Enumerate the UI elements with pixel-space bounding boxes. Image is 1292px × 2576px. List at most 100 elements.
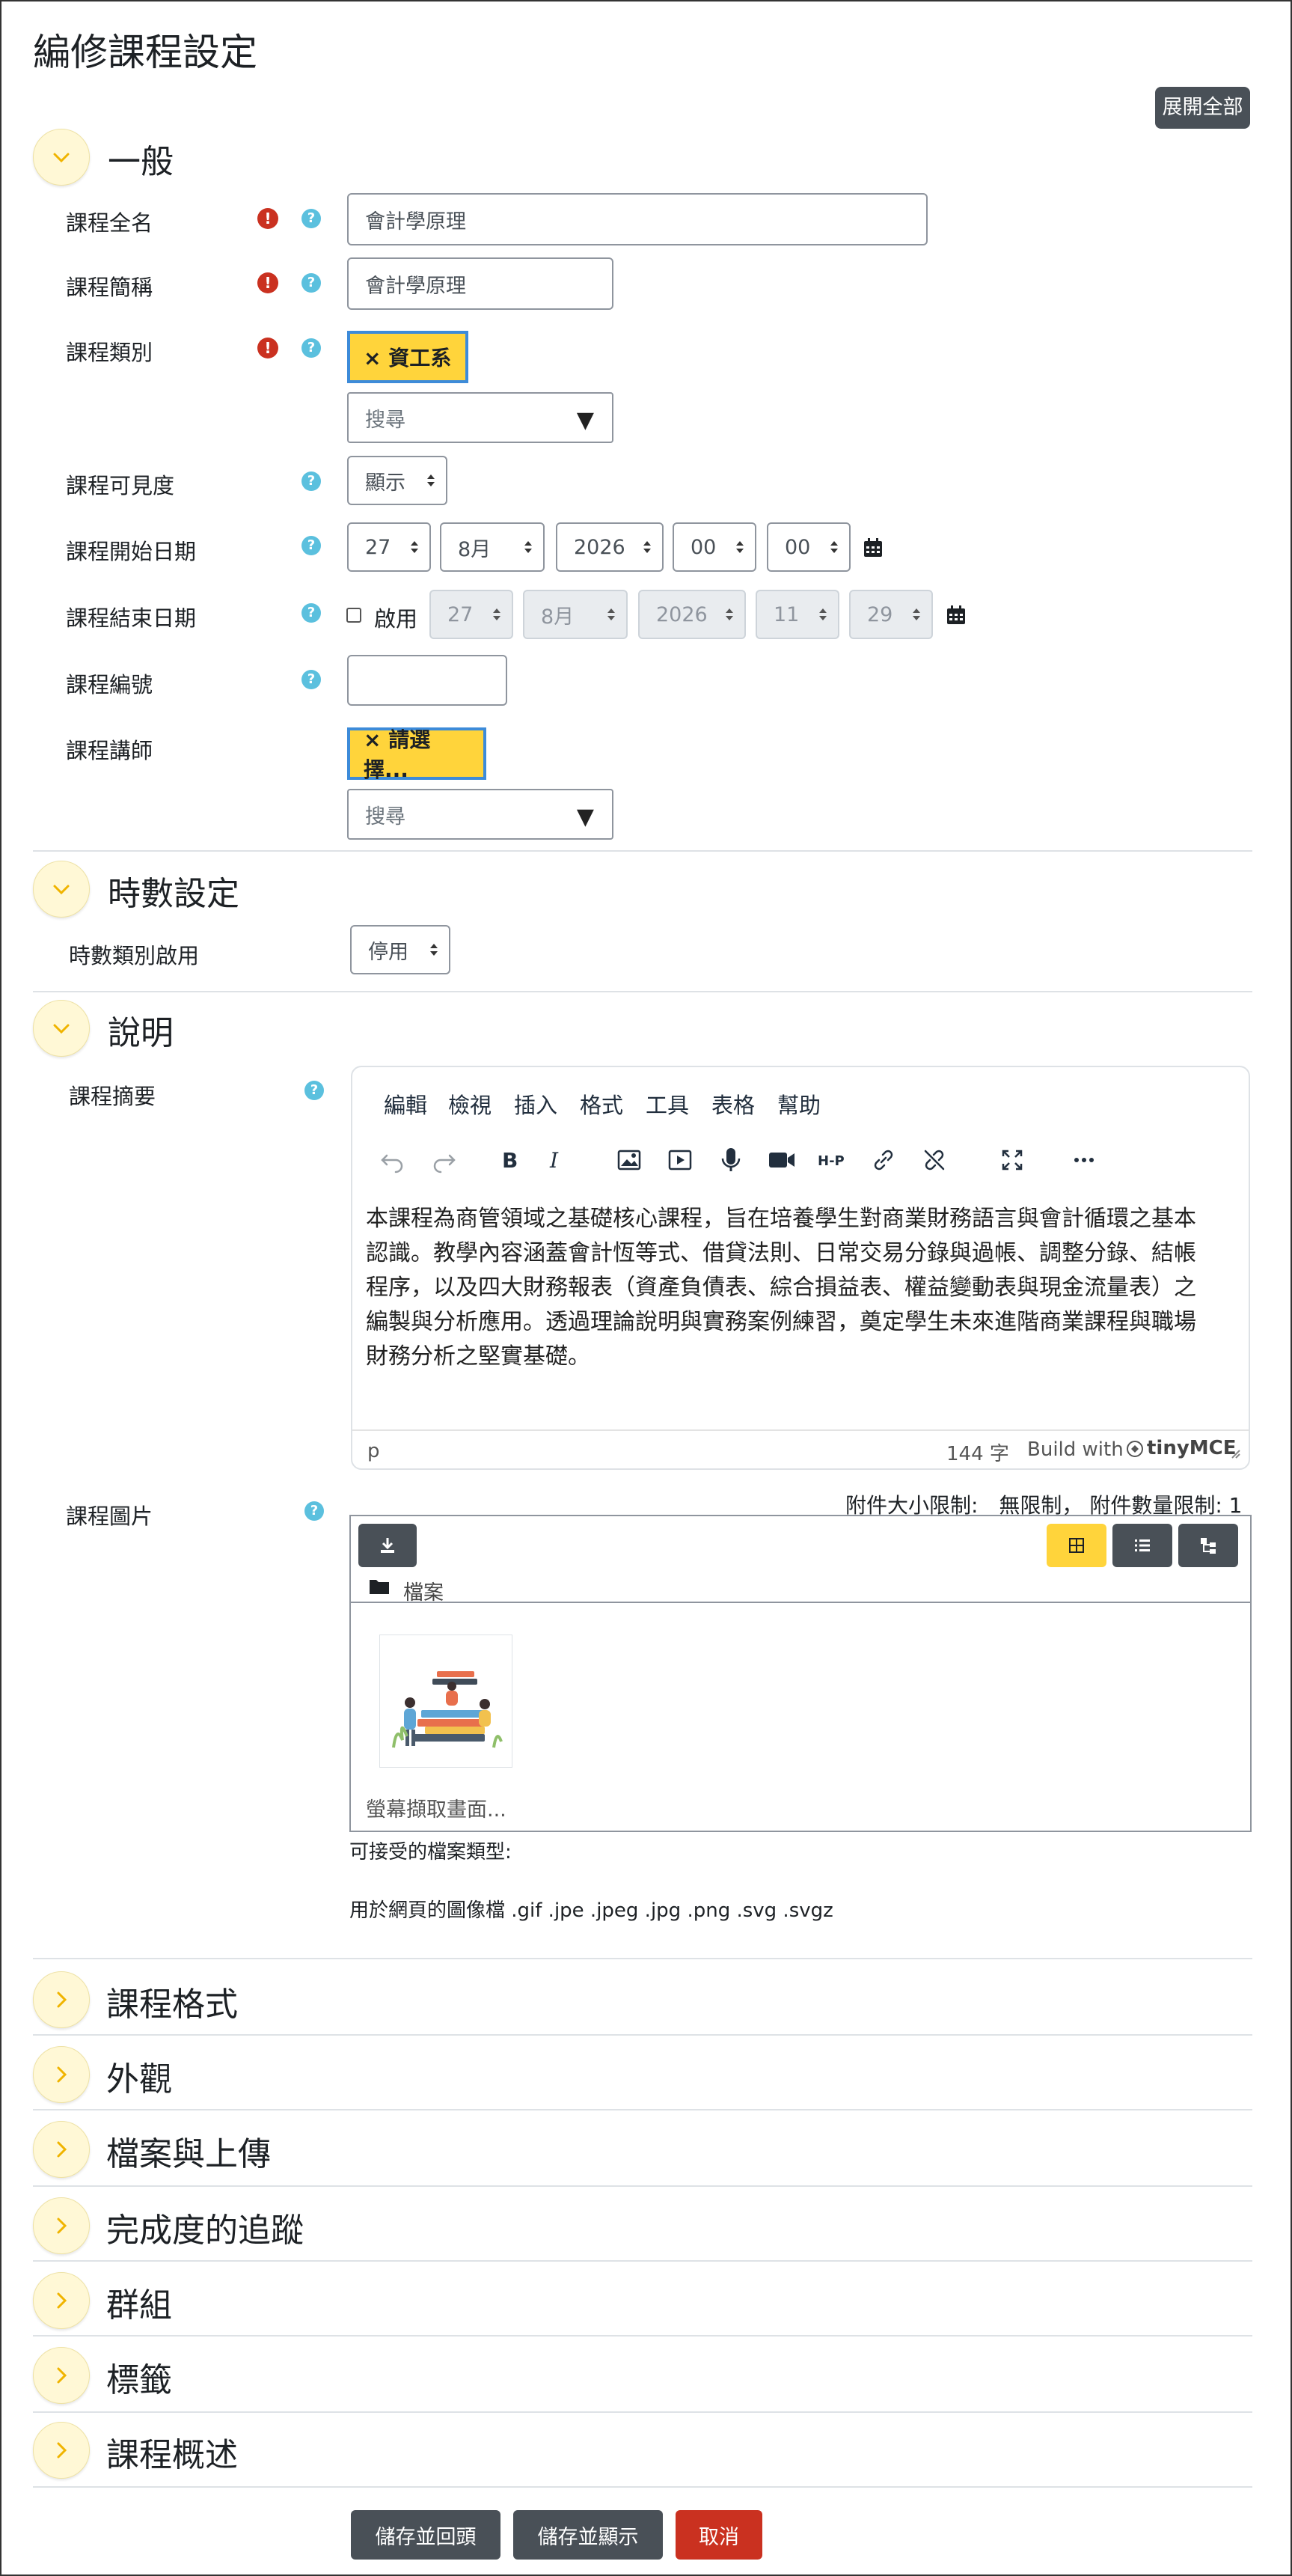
enddate-enable-checkbox[interactable]	[346, 608, 361, 623]
image-label: 課程圖片	[66, 1504, 153, 1529]
idnumber-input[interactable]	[347, 655, 507, 706]
undo-icon[interactable]	[378, 1145, 408, 1175]
help-icon[interactable]: ?	[301, 670, 321, 689]
chevron-right-icon[interactable]	[33, 2422, 90, 2479]
required-icon: !	[257, 338, 278, 358]
startdate-minute-select[interactable]: 00	[767, 522, 851, 572]
teacher-tag[interactable]: × 請選擇...	[347, 727, 486, 782]
more-icon[interactable]	[1069, 1145, 1099, 1175]
unlink-icon[interactable]	[919, 1145, 949, 1175]
shortname-input[interactable]: 會計學原理	[347, 257, 613, 310]
hours-enable-label: 時數類別啟用	[69, 943, 200, 968]
help-icon[interactable]: ?	[301, 338, 321, 358]
chevron-right-icon[interactable]	[33, 2121, 90, 2178]
section-files-header[interactable]: 檔案與上傳	[33, 2121, 1252, 2181]
category-search[interactable]: 搜尋 ▼	[347, 392, 613, 443]
calendar-icon[interactable]	[946, 605, 967, 626]
editor-menu-format[interactable]: 格式	[580, 1088, 623, 1120]
section-tags-header[interactable]: 標籤	[33, 2347, 1252, 2407]
italic-icon[interactable]: I	[541, 1145, 571, 1175]
section-completion-header[interactable]: 完成度的追蹤	[33, 2197, 1252, 2257]
editor-menu-view[interactable]: 檢視	[448, 1088, 492, 1120]
save-and-return-button[interactable]: 儲存並回頭	[351, 2510, 500, 2560]
fullname-input[interactable]: 會計學原理	[347, 193, 928, 245]
filepicker-area[interactable]: 檔案 螢幕擷取畫面...	[349, 1515, 1252, 1832]
calendar-icon[interactable]	[863, 537, 884, 558]
bold-icon[interactable]: B	[495, 1145, 524, 1175]
updown-arrow-icon	[830, 541, 838, 553]
section-general-header[interactable]: 一般	[33, 129, 1252, 189]
section-description-header[interactable]: 說明	[33, 1000, 1252, 1060]
video-camera-icon[interactable]	[767, 1145, 797, 1175]
section-tags-title: 標籤	[106, 2361, 172, 2399]
page-title: 編修課程設定	[33, 31, 257, 74]
startdate-month-select[interactable]: 8月	[440, 522, 545, 572]
editor-menu-tools[interactable]: 工具	[646, 1088, 689, 1120]
section-divider	[33, 2335, 1252, 2337]
image-icon[interactable]	[614, 1145, 644, 1175]
svg-text:B: B	[502, 1148, 518, 1173]
section-divider	[33, 2109, 1252, 2110]
help-icon[interactable]: ?	[301, 273, 321, 293]
section-description-title: 說明	[108, 1014, 174, 1052]
editor-content[interactable]: 本課程為商管領域之基礎核心課程，旨在培養學生對商業財務語言與會計循環之基本 認識…	[366, 1202, 1237, 1374]
view-tree-button[interactable]	[1178, 1524, 1238, 1567]
cancel-button[interactable]: 取消	[676, 2510, 762, 2560]
file-thumbnail[interactable]	[379, 1635, 512, 1768]
section-format-title: 課程格式	[106, 1986, 238, 2024]
section-groups-header[interactable]: 群組	[33, 2272, 1252, 2332]
chevron-right-icon[interactable]	[33, 2272, 90, 2329]
h5p-icon[interactable]: H-P	[818, 1145, 848, 1175]
startdate-year-select[interactable]: 2026	[556, 522, 664, 572]
startdate-hour-select[interactable]: 00	[673, 522, 756, 572]
section-appearance-header[interactable]: 外觀	[33, 2046, 1252, 2106]
hours-enable-select[interactable]: 停用	[350, 925, 450, 974]
section-divider	[33, 991, 1252, 992]
svg-text:H-P: H-P	[818, 1153, 845, 1169]
file-name[interactable]: 螢幕擷取畫面...	[366, 1793, 506, 1822]
visibility-select[interactable]: 顯示	[347, 456, 447, 505]
summary-editor[interactable]: 編輯 檢視 插入 格式 工具 表格 幫助 B I H-P 本課程為商管領域之基礎…	[351, 1066, 1250, 1470]
visibility-value: 顯示	[365, 471, 405, 495]
save-and-display-button[interactable]: 儲存並顯示	[513, 2510, 663, 2560]
editor-menu-edit[interactable]: 編輯	[384, 1088, 427, 1120]
media-icon[interactable]	[665, 1145, 695, 1175]
help-icon[interactable]: ?	[304, 1081, 324, 1100]
chevron-right-icon[interactable]	[33, 2347, 90, 2404]
view-icons-button[interactable]	[1047, 1524, 1106, 1567]
download-button[interactable]	[358, 1524, 417, 1567]
chevron-right-icon[interactable]	[33, 2046, 90, 2103]
editor-menu-insert[interactable]: 插入	[514, 1088, 557, 1120]
section-hours-header[interactable]: 時數設定	[33, 861, 1252, 921]
required-icon: !	[257, 208, 278, 229]
expand-all-button[interactable]: 展開全部	[1155, 87, 1250, 129]
link-icon[interactable]	[869, 1145, 898, 1175]
chevron-right-icon[interactable]	[33, 2197, 90, 2254]
editor-menu-help[interactable]: 幫助	[777, 1088, 821, 1120]
editor-statusbar: p 144 字 Build with tinyMCE	[352, 1429, 1249, 1468]
category-tag[interactable]: × 資工系	[347, 331, 468, 383]
section-appearance-title: 外觀	[106, 2060, 172, 2099]
section-summary-header[interactable]: 課程概述	[33, 2422, 1252, 2482]
section-divider	[33, 2185, 1252, 2187]
required-icon: !	[257, 272, 278, 293]
redo-icon[interactable]	[429, 1145, 459, 1175]
chevron-right-icon[interactable]	[33, 1971, 90, 2028]
section-format-header[interactable]: 課程格式	[33, 1971, 1252, 2031]
help-icon[interactable]: ?	[304, 1501, 324, 1521]
teacher-search[interactable]: 搜尋 ▼	[347, 789, 613, 840]
updown-arrow-icon	[913, 608, 920, 620]
resize-handle-icon[interactable]	[1228, 1446, 1241, 1459]
startdate-day-select[interactable]: 27	[347, 522, 431, 572]
view-list-button[interactable]	[1112, 1524, 1172, 1567]
editor-menu-table[interactable]: 表格	[711, 1088, 755, 1120]
chevron-down-icon[interactable]	[33, 129, 90, 186]
help-icon[interactable]: ?	[301, 209, 321, 228]
chevron-down-icon[interactable]	[33, 861, 90, 918]
microphone-icon[interactable]	[716, 1145, 746, 1175]
chevron-down-icon[interactable]	[33, 1000, 90, 1057]
help-icon[interactable]: ?	[301, 471, 321, 491]
fullscreen-icon[interactable]	[997, 1145, 1027, 1175]
help-icon[interactable]: ?	[301, 603, 321, 623]
help-icon[interactable]: ?	[301, 536, 321, 555]
